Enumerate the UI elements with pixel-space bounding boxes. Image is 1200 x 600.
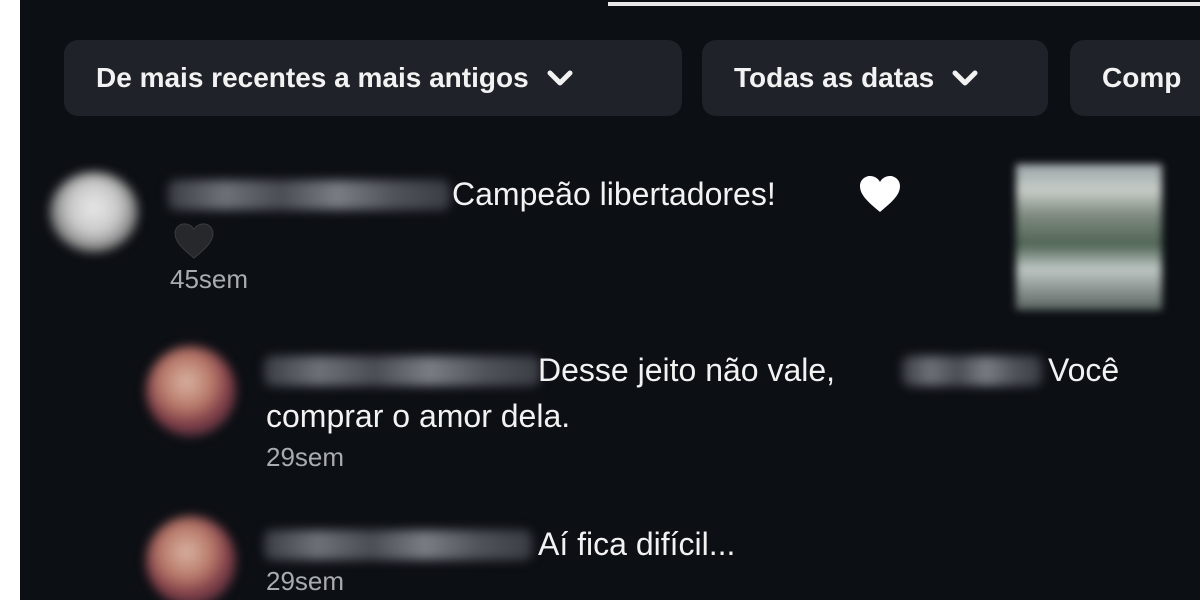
- blurred-username[interactable]: [168, 180, 450, 210]
- date-filter-label: Todas as datas: [734, 62, 935, 93]
- sort-filter-label: De mais recentes a mais antigos: [96, 62, 529, 93]
- black-heart-icon: [174, 223, 214, 259]
- avatar[interactable]: [146, 516, 236, 600]
- blurred-username[interactable]: [264, 356, 540, 386]
- avatar[interactable]: [146, 346, 236, 436]
- date-filter-button[interactable]: Todas as datas: [702, 40, 1048, 116]
- comment-text: Desse jeito não vale,: [538, 352, 836, 388]
- more-filter-label: Comp: [1102, 62, 1182, 93]
- comment-text: Aí fica difícil...: [538, 526, 736, 562]
- comment-time: 45sem: [170, 264, 249, 294]
- avatar[interactable]: [50, 172, 138, 252]
- chevron-down-icon: [547, 70, 573, 86]
- comment-time: 29sem: [266, 566, 345, 596]
- comment-text: comprar o amor dela.: [266, 398, 571, 434]
- comments-screen: De mais recentes a mais antigos Todas as…: [20, 0, 1200, 600]
- comment-text: Campeão libertadores!: [452, 176, 776, 212]
- blurred-username[interactable]: [264, 530, 532, 560]
- comment-time: 29sem: [266, 442, 345, 472]
- white-heart-icon: [860, 176, 900, 212]
- tab-indicator: [608, 2, 1200, 6]
- sort-filter-button[interactable]: De mais recentes a mais antigos: [64, 40, 682, 116]
- comment-text: Você: [1048, 352, 1120, 388]
- filter-bar: De mais recentes a mais antigos Todas as…: [64, 40, 1200, 116]
- blurred-mention[interactable]: [902, 356, 1042, 386]
- chevron-down-icon: [952, 70, 978, 86]
- more-filter-button[interactable]: Comp: [1070, 40, 1200, 116]
- post-thumbnail[interactable]: [1016, 164, 1162, 310]
